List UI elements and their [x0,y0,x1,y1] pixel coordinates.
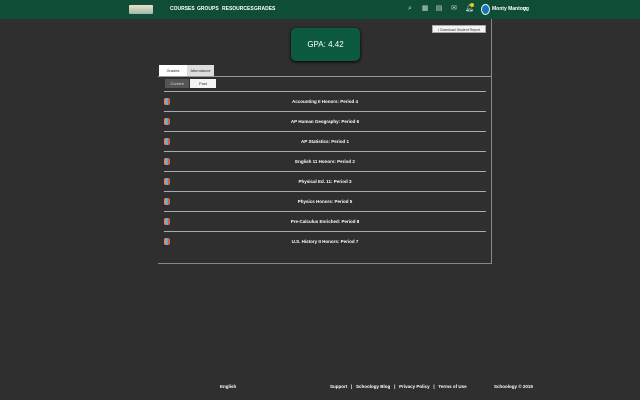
course-title[interactable]: AP Human Geography: Period 6 [164,112,486,131]
course-title[interactable]: AP Statistics: Period 1 [164,132,486,151]
nav-groups[interactable]: GROUPS [197,0,219,19]
tab-grades[interactable]: Grades [159,65,187,76]
course-title[interactable]: Physics Honors: Period 5 [164,192,486,211]
course-title[interactable]: Accounting II Honors: Period 4 [164,92,486,111]
course-row[interactable]: Physics Honors: Period 5 [164,191,486,211]
course-row[interactable]: U.S. History II Honors: Period 7 [164,231,486,251]
separator: | [394,384,396,389]
nav-courses[interactable]: COURSES [170,0,195,19]
course-row[interactable]: AP Human Geography: Period 6 [164,111,486,131]
separator: | [433,384,435,389]
school-logo[interactable] [129,5,153,14]
course-row[interactable]: Accounting II Honors: Period 4 [164,91,486,111]
course-row[interactable]: English 11 Honors: Period 2 [164,151,486,171]
language-selector[interactable]: English [220,382,236,392]
tab-divider [158,76,491,77]
chevron-down-icon[interactable]: ∨ [522,0,527,19]
course-title[interactable]: Physical Ed. 11: Period 3 [164,172,486,191]
top-header: COURSES GROUPS RESOURCES GRADES ⌕ ▦ ▤ ✉ … [0,0,640,19]
subtab-past[interactable]: Past [190,79,216,88]
nav-grades[interactable]: GRADES [254,0,275,19]
course-title[interactable]: U.S. History II Honors: Period 7 [164,232,486,251]
course-row[interactable]: AP Statistics: Period 1 [164,131,486,151]
search-icon[interactable]: ⌕ [406,5,414,13]
terms-link[interactable]: Terms of Use [438,384,466,389]
download-label: Download Student Report [440,28,481,32]
notification-badge [470,3,474,7]
user-avatar[interactable] [481,4,490,15]
nav-resources[interactable]: RESOURCES [222,0,254,19]
separator: | [351,384,353,389]
messages-icon[interactable]: ✉ [450,5,458,13]
tab-attendance[interactable]: Attendance [187,65,214,76]
course-title[interactable]: English 11 Honors: Period 2 [164,152,486,171]
gpa-display: GPA: 4.42 [291,28,360,61]
copyright: Schoology © 2019 [494,384,533,389]
download-icon: ⭳ [437,28,440,32]
blog-link[interactable]: Schoology Blog [356,384,390,389]
apps-grid-icon[interactable]: ▦ [421,5,429,13]
course-title[interactable]: Pre-Calculus Enriched: Period 8 [164,212,486,231]
course-row[interactable]: Pre-Calculus Enriched: Period 8 [164,211,486,231]
privacy-link[interactable]: Privacy Policy [399,384,430,389]
footer-links: Support | Schoology Blog | Privacy Polic… [330,382,467,392]
support-link[interactable]: Support [330,384,347,389]
subtab-current[interactable]: Current [165,79,189,88]
download-report-button[interactable]: ⭳ Download Student Report [432,25,486,33]
course-row[interactable]: Physical Ed. 11: Period 3 [164,171,486,191]
calendar-icon[interactable]: ▤ [435,5,443,13]
